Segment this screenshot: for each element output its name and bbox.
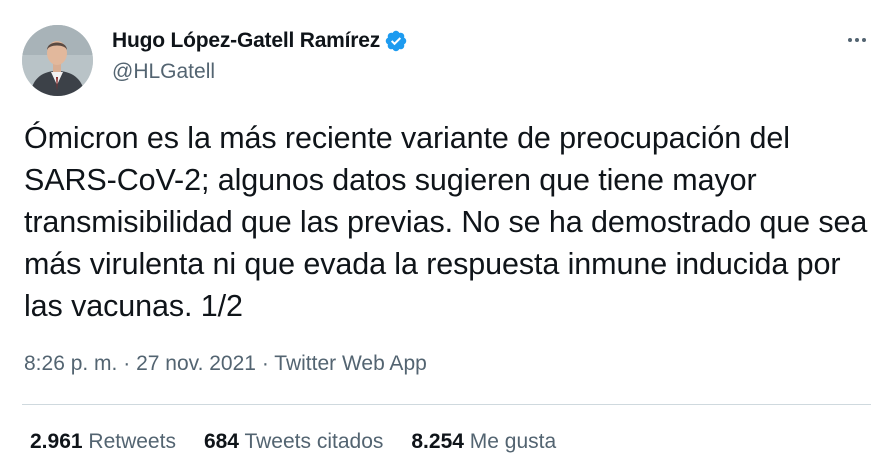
tweet-source[interactable]: Twitter Web App: [274, 352, 427, 375]
name-row: Hugo López-Gatell Ramírez: [112, 26, 408, 56]
tweet-time[interactable]: 8:26 p. m.: [24, 352, 117, 375]
handle[interactable]: @HLGatell: [112, 60, 408, 84]
meta-separator: ·: [261, 352, 269, 375]
engagement-stats: 2.961 Retweets 684 Tweets citados 8.254 …: [30, 430, 584, 454]
quotes-stat[interactable]: 684 Tweets citados: [204, 430, 383, 454]
meta-separator: ·: [123, 352, 131, 375]
more-options-icon[interactable]: [843, 30, 871, 50]
divider: [22, 404, 871, 405]
quotes-label: Tweets citados: [244, 430, 384, 453]
retweets-stat[interactable]: 2.961 Retweets: [30, 430, 176, 454]
tweet-card: Hugo López-Gatell Ramírez @HLGatell Ómic…: [0, 0, 893, 463]
verified-badge-icon: [384, 29, 408, 53]
tweet-text: Ómicron es la más reciente variante de p…: [24, 121, 868, 323]
quotes-count: 684: [203, 430, 239, 453]
tweet-date[interactable]: 27 nov. 2021: [136, 352, 256, 375]
likes-stat[interactable]: 8.254 Me gusta: [411, 430, 556, 454]
avatar[interactable]: [22, 25, 93, 96]
retweets-label: Retweets: [88, 430, 176, 453]
display-name[interactable]: Hugo López-Gatell Ramírez: [112, 29, 380, 53]
author-block: Hugo López-Gatell Ramírez @HLGatell: [112, 26, 408, 84]
retweets-count: 2.961: [30, 430, 83, 453]
tweet-meta: 8:26 p. m. · 27 nov. 2021 · Twitter Web …: [24, 352, 427, 376]
likes-count: 8.254: [411, 430, 464, 453]
likes-label: Me gusta: [469, 430, 557, 453]
